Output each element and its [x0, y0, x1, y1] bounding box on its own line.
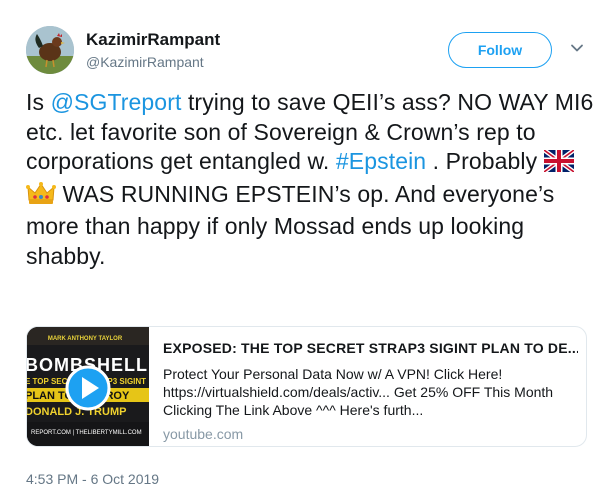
thumb-top-text: MARK ANTHONY TAYLOR [48, 336, 123, 342]
tweet-text-part: WAS RUNNING EPSTEIN’s op. And everyone’s… [26, 180, 555, 269]
tweet-text-part: Is [26, 89, 51, 115]
tweet-text: Is @SGTreport trying to save QEII’s ass?… [26, 88, 596, 271]
tweet-timestamp[interactable]: 4:53 PM - 6 Oct 2019 [26, 471, 159, 487]
user-handle[interactable]: @KazimirRampant [86, 53, 220, 71]
card-title[interactable]: EXPOSED: THE TOP SECRET STRAP3 SIGINT PL… [163, 339, 578, 357]
card-thumbnail[interactable]: MARK ANTHONY TAYLOR BOMBSHELL E TOP SECR… [27, 327, 149, 446]
thumb-line3: DONALD J. TRUMP [27, 406, 126, 418]
rooster-avatar-image [26, 26, 74, 74]
uk-flag-emoji [542, 148, 576, 180]
tweet-text-part: . Probably [426, 148, 544, 174]
crown-emoji [26, 181, 56, 213]
display-name[interactable]: KazimirRampant [86, 30, 220, 50]
play-icon[interactable] [65, 365, 111, 411]
card-description: Protect Your Personal Data Now w/ A VPN!… [163, 366, 554, 418]
chevron-down-icon[interactable] [569, 40, 585, 56]
follow-button[interactable]: Follow [448, 32, 552, 68]
avatar[interactable] [26, 26, 74, 74]
card-body: EXPOSED: THE TOP SECRET STRAP3 SIGINT PL… [163, 339, 578, 443]
thumb-footer: REPORT.COM | THELIBERTYMILL.COM [31, 430, 142, 436]
card-domain: youtube.com [163, 426, 244, 442]
link-card[interactable]: MARK ANTHONY TAYLOR BOMBSHELL E TOP SECR… [26, 326, 587, 447]
video-thumbnail-image: MARK ANTHONY TAYLOR BOMBSHELL E TOP SECR… [27, 327, 149, 446]
mention-link[interactable]: @SGTreport [51, 89, 182, 115]
author-info: KazimirRampant @KazimirRampant [86, 30, 220, 71]
hashtag-link[interactable]: #Epstein [336, 148, 426, 174]
